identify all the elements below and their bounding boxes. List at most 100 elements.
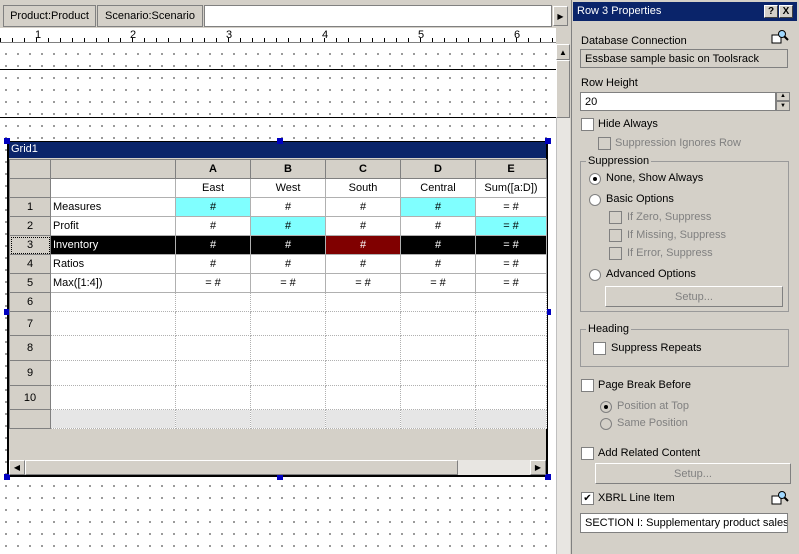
grid-cell[interactable] bbox=[400, 335, 476, 361]
grid-cell[interactable] bbox=[325, 360, 401, 386]
row-label[interactable] bbox=[50, 311, 176, 336]
grid-cell[interactable]: # bbox=[400, 254, 476, 274]
grid-cell[interactable] bbox=[50, 409, 176, 429]
grid-cell[interactable] bbox=[250, 360, 326, 386]
grid-cell[interactable]: # bbox=[175, 216, 251, 236]
row-label[interactable] bbox=[50, 292, 176, 312]
hscroll-right-button[interactable]: ▶ bbox=[530, 460, 546, 475]
xbrl-checkbox[interactable]: ✔ bbox=[581, 492, 594, 505]
column-header-label[interactable] bbox=[50, 159, 176, 179]
grid-handle-tr[interactable] bbox=[545, 138, 551, 144]
advanced-options-radio[interactable] bbox=[589, 269, 601, 281]
grid-cell[interactable] bbox=[325, 311, 401, 336]
hide-always-checkbox[interactable] bbox=[581, 118, 594, 131]
grid-cell[interactable]: # bbox=[250, 197, 326, 217]
row-height-stepper-up[interactable]: ▲ bbox=[776, 92, 790, 101]
grid-cell[interactable] bbox=[475, 311, 547, 336]
vscroll-thumb[interactable] bbox=[556, 60, 570, 118]
grid-cell[interactable] bbox=[250, 385, 326, 410]
member-header-central[interactable]: Central bbox=[400, 178, 476, 198]
row-header[interactable] bbox=[9, 409, 51, 429]
row-header[interactable]: 10 bbox=[9, 385, 51, 410]
grid-cell[interactable] bbox=[175, 385, 251, 410]
grid-cell[interactable] bbox=[175, 311, 251, 336]
grid-cell[interactable] bbox=[475, 409, 547, 429]
grid-cell[interactable] bbox=[325, 409, 401, 429]
none-show-always-radio[interactable] bbox=[589, 173, 601, 185]
grid-cell[interactable] bbox=[475, 385, 547, 410]
add-related-checkbox[interactable] bbox=[581, 447, 594, 460]
grid-cell[interactable]: = # bbox=[475, 235, 547, 255]
row-label[interactable]: Measures bbox=[50, 197, 176, 217]
xbrl-field[interactable]: SECTION I: Supplementary product sales c bbox=[580, 513, 788, 533]
row-header[interactable]: 4 bbox=[9, 254, 51, 274]
row-label[interactable] bbox=[50, 360, 176, 386]
row-header[interactable]: 9 bbox=[9, 360, 51, 386]
row-label[interactable]: Ratios bbox=[50, 254, 176, 274]
corner-cell[interactable] bbox=[9, 159, 51, 179]
page-break-checkbox[interactable] bbox=[581, 379, 594, 392]
position-top-radio[interactable] bbox=[600, 401, 612, 413]
grid-cell[interactable] bbox=[475, 335, 547, 361]
row-header[interactable]: 6 bbox=[9, 292, 51, 312]
db-connection-field[interactable]: Essbase sample basic on Toolsrack bbox=[580, 49, 788, 68]
row-height-input[interactable]: 20 bbox=[580, 92, 776, 111]
grid-cell[interactable]: = # bbox=[400, 273, 476, 293]
grid-cell[interactable] bbox=[175, 409, 251, 429]
grid-cell[interactable] bbox=[175, 292, 251, 312]
grid-cell[interactable]: = # bbox=[475, 273, 547, 293]
row-header[interactable]: 2 bbox=[9, 216, 51, 236]
row-label[interactable]: Inventory bbox=[50, 235, 176, 255]
grid-cell[interactable] bbox=[250, 335, 326, 361]
member-header-south[interactable]: South bbox=[325, 178, 401, 198]
close-button[interactable]: X bbox=[779, 5, 793, 18]
grid-cell[interactable] bbox=[50, 178, 176, 198]
row-header[interactable]: 1 bbox=[9, 197, 51, 217]
grid-cell[interactable]: # bbox=[175, 235, 251, 255]
row-label[interactable]: Max([1:4]) bbox=[50, 273, 176, 293]
suppression-setup-button[interactable]: Setup... bbox=[605, 286, 783, 307]
grid-cell[interactable]: # bbox=[325, 254, 401, 274]
grid-cell[interactable]: # bbox=[250, 235, 326, 255]
row-header-blank[interactable] bbox=[9, 178, 51, 198]
grid-cell[interactable] bbox=[250, 311, 326, 336]
grid-cell[interactable] bbox=[475, 360, 547, 386]
row-header[interactable]: 5 bbox=[9, 273, 51, 293]
grid-handle-tm[interactable] bbox=[277, 138, 283, 144]
row-label[interactable] bbox=[50, 335, 176, 361]
member-header-sum[interactable]: Sum([a:D]) bbox=[475, 178, 547, 198]
suppression-ignores-row-checkbox[interactable] bbox=[598, 137, 611, 150]
grid-cell[interactable] bbox=[250, 292, 326, 312]
grid-cell[interactable]: = # bbox=[475, 254, 547, 274]
row-label[interactable] bbox=[50, 385, 176, 410]
grid-cell[interactable]: = # bbox=[250, 273, 326, 293]
grid-cell[interactable]: # bbox=[400, 216, 476, 236]
column-header-c[interactable]: C bbox=[325, 159, 401, 179]
db-connection-search-icon[interactable] bbox=[771, 29, 789, 45]
row-header[interactable]: 8 bbox=[9, 335, 51, 361]
grid-cell[interactable] bbox=[400, 409, 476, 429]
grid-cell[interactable]: # bbox=[175, 197, 251, 217]
grid-cell[interactable]: # bbox=[250, 216, 326, 236]
row-header[interactable]: 7 bbox=[9, 311, 51, 336]
canvas-vscrollbar[interactable] bbox=[556, 44, 570, 554]
grid-cell[interactable] bbox=[175, 360, 251, 386]
grid-cell[interactable]: = # bbox=[175, 273, 251, 293]
suppress-repeats-checkbox[interactable] bbox=[593, 342, 606, 355]
hscroll-left-button[interactable]: ◀ bbox=[9, 460, 25, 475]
same-position-radio[interactable] bbox=[600, 418, 612, 430]
tab-scenario[interactable]: Scenario:Scenario bbox=[97, 5, 203, 27]
hscroll-thumb[interactable] bbox=[25, 460, 458, 475]
grid-cell[interactable]: # bbox=[175, 254, 251, 274]
grid-cell[interactable]: = # bbox=[475, 216, 547, 236]
column-header-b[interactable]: B bbox=[250, 159, 326, 179]
if-zero-checkbox[interactable] bbox=[609, 211, 622, 224]
grid-cell[interactable] bbox=[475, 292, 547, 312]
grid-cell[interactable] bbox=[325, 335, 401, 361]
tab-scroll-right-button[interactable]: ▶ bbox=[553, 6, 568, 26]
row-label[interactable]: Profit bbox=[50, 216, 176, 236]
grid-handle-tl[interactable] bbox=[4, 138, 10, 144]
grid-cell[interactable]: # bbox=[325, 235, 401, 255]
row-height-stepper-down[interactable]: ▼ bbox=[776, 101, 790, 111]
grid-cell[interactable]: # bbox=[325, 197, 401, 217]
